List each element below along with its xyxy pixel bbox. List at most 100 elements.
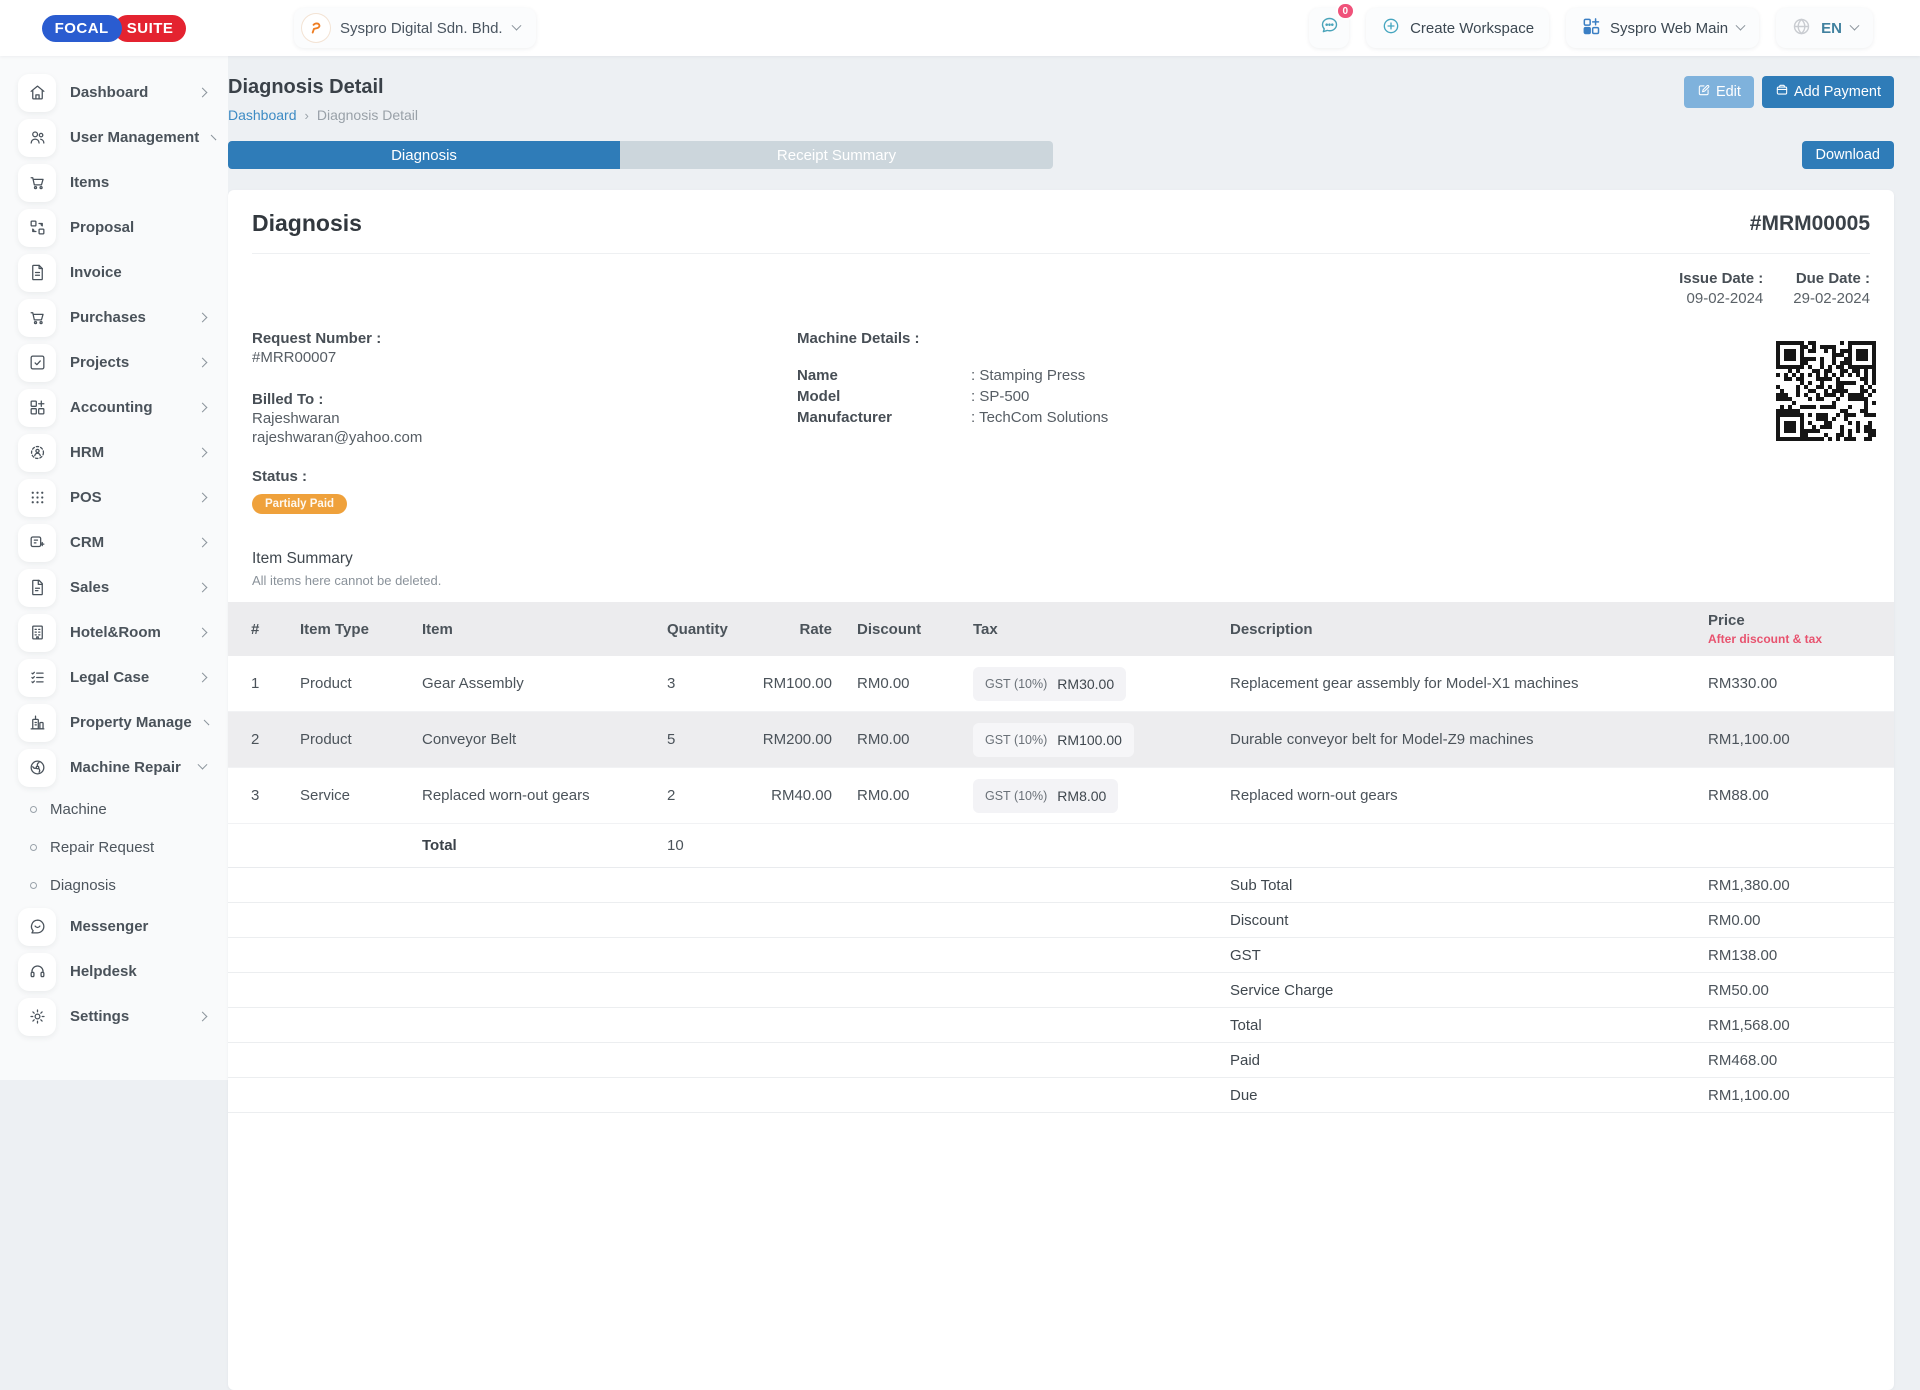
sidebar-item-crm[interactable]: CRM <box>18 520 214 565</box>
sidebar-item-purchases[interactable]: Purchases <box>18 295 214 340</box>
bullet-icon <box>30 882 37 889</box>
quantity-total-row: Total 10 <box>228 824 1894 868</box>
chevron-right-icon <box>198 313 208 323</box>
sidebar-item-hrm[interactable]: HRM <box>18 430 214 475</box>
summary-row-service-charge: Service Charge RM50.00 <box>228 973 1894 1008</box>
file-icon <box>18 569 56 607</box>
chevron-right-icon <box>198 583 208 593</box>
header-tax: Tax <box>973 621 1228 638</box>
chevron-right-icon <box>198 358 208 368</box>
sidebar-item-dashboard[interactable]: Dashboard <box>18 70 214 115</box>
tab-diagnosis[interactable]: Diagnosis <box>228 141 620 169</box>
due-date: Due Date : 29-02-2024 <box>1793 270 1870 307</box>
chevron-down-icon <box>1850 20 1860 30</box>
sidebar-item-label: Proposal <box>70 219 185 236</box>
wallet-icon <box>1775 83 1789 101</box>
users-icon <box>18 119 56 157</box>
sidebar-item-pos[interactable]: POS <box>18 475 214 520</box>
billed-to-name: Rajeshwaran <box>252 409 797 428</box>
grid-plus-icon <box>1581 16 1601 40</box>
card-plus-icon <box>18 524 56 562</box>
sidebar-item-settings[interactable]: Settings <box>18 994 214 1039</box>
item-row-1: 1 Product Gear Assembly 3 RM100.00 RM0.0… <box>228 656 1894 712</box>
header-item: Item <box>413 621 658 638</box>
due-date-label: Due Date : <box>1793 270 1870 287</box>
chevron-right-icon <box>211 135 217 141</box>
sidebar-item-label: Invoice <box>70 264 185 281</box>
sidebar: Dashboard User Management Items Proposal… <box>0 56 228 1080</box>
machine-details-block: Machine Details : Name : Stamping Press … <box>797 329 1776 447</box>
sidebar-item-user-management[interactable]: User Management <box>18 115 214 160</box>
sidebar-subitem-diagnosis[interactable]: Diagnosis <box>18 866 214 904</box>
sidebar-item-sales[interactable]: Sales <box>18 565 214 610</box>
billed-to-email: rajeshwaran@yahoo.com <box>252 428 797 447</box>
sidebar-item-label: Messenger <box>70 918 185 935</box>
sidebar-item-label: Machine Repair <box>70 759 185 776</box>
sidebar-item-items[interactable]: Items <box>18 160 214 205</box>
sidebar-item-invoice[interactable]: Invoice <box>18 250 214 295</box>
breadcrumb-dashboard-link[interactable]: Dashboard <box>228 107 297 123</box>
create-workspace-button[interactable]: Create Workspace <box>1366 8 1549 48</box>
summary-row-paid: Paid RM468.00 <box>228 1043 1894 1078</box>
sidebar-item-proposal[interactable]: Proposal <box>18 205 214 250</box>
machine-detail-row: Name : Stamping Press <box>797 367 1776 384</box>
check-square-icon <box>18 344 56 382</box>
sidebar-item-label: Items <box>70 174 185 191</box>
sidebar-item-hotel-room[interactable]: Hotel&Room <box>18 610 214 655</box>
workspace-switcher[interactable]: Syspro Web Main <box>1566 8 1759 48</box>
sidebar-item-projects[interactable]: Projects <box>18 340 214 385</box>
total-quantity: 10 <box>658 837 753 854</box>
chevron-down-icon <box>511 20 521 30</box>
document-heading: Diagnosis <box>252 210 362 237</box>
add-payment-button[interactable]: Add Payment <box>1762 76 1894 108</box>
header-item-type: Item Type <box>288 621 413 638</box>
sidebar-item-label: POS <box>70 489 185 506</box>
sidebar-item-accounting[interactable]: Accounting <box>18 385 214 430</box>
item-row-3: 3 Service Replaced worn-out gears 2 RM40… <box>228 768 1894 824</box>
edit-pencil-icon <box>1697 83 1711 101</box>
sidebar-item-label: Purchases <box>70 309 185 326</box>
property-icon <box>18 704 56 742</box>
sidebar-item-label: Sales <box>70 579 185 596</box>
chat-dots-icon <box>1319 15 1340 41</box>
total-label: Total <box>413 837 658 854</box>
edit-button[interactable]: Edit <box>1684 76 1754 108</box>
company-workspace-selector[interactable]: Syspro Digital Sdn. Bhd. <box>294 8 536 48</box>
main-content: Diagnosis Detail Dashboard › Diagnosis D… <box>228 56 1920 1080</box>
download-button[interactable]: Download <box>1802 141 1895 169</box>
chevron-right-icon <box>198 88 208 98</box>
sidebar-item-machine-repair[interactable]: Machine Repair <box>18 745 214 790</box>
billed-to-block: Billed To : Rajeshwaran rajeshwaran@yaho… <box>252 390 797 447</box>
list-check-icon <box>18 659 56 697</box>
app-logo[interactable]: FOCAL SUITE <box>0 15 228 42</box>
chevron-right-icon <box>198 673 208 683</box>
tax-chip: GST (10%) RM8.00 <box>973 779 1118 813</box>
summary-row-total: Total RM1,568.00 <box>228 1008 1894 1043</box>
sidebar-item-messenger[interactable]: Messenger <box>18 904 214 949</box>
bullet-icon <box>30 806 37 813</box>
chevron-down-icon <box>198 760 208 770</box>
sidebar-subitem-machine[interactable]: Machine <box>18 790 214 828</box>
sidebar-item-legal-case[interactable]: Legal Case <box>18 655 214 700</box>
edit-button-label: Edit <box>1716 84 1741 100</box>
dates-block: Issue Date : 09-02-2024 Due Date : 29-02… <box>228 254 1894 307</box>
home-icon <box>18 74 56 112</box>
add-payment-label: Add Payment <box>1794 84 1881 100</box>
tax-chip: GST (10%) RM30.00 <box>973 667 1126 701</box>
header-quantity: Quantity <box>658 621 753 638</box>
sidebar-item-helpdesk[interactable]: Helpdesk <box>18 949 214 994</box>
create-workspace-label: Create Workspace <box>1410 20 1534 37</box>
language-selector[interactable]: EN <box>1776 8 1873 48</box>
status-label: Status : <box>252 467 1870 486</box>
sidebar-item-label: Helpdesk <box>70 963 185 980</box>
logo-focal: FOCAL <box>42 15 122 42</box>
chevron-right-icon <box>198 448 208 458</box>
item-row-2: 2 Product Conveyor Belt 5 RM200.00 RM0.0… <box>228 712 1894 768</box>
tab-receipt-summary[interactable]: Receipt Summary <box>620 141 1053 169</box>
sidebar-item-property-manage[interactable]: Property Manage <box>18 700 214 745</box>
item-summary-title: Item Summary <box>252 550 1870 568</box>
items-table-body: 1 Product Gear Assembly 3 RM100.00 RM0.0… <box>228 656 1894 824</box>
messages-button[interactable]: 0 <box>1309 8 1349 48</box>
sidebar-nav: Dashboard User Management Items Proposal… <box>18 70 214 1039</box>
sidebar-subitem-repair-request[interactable]: Repair Request <box>18 828 214 866</box>
